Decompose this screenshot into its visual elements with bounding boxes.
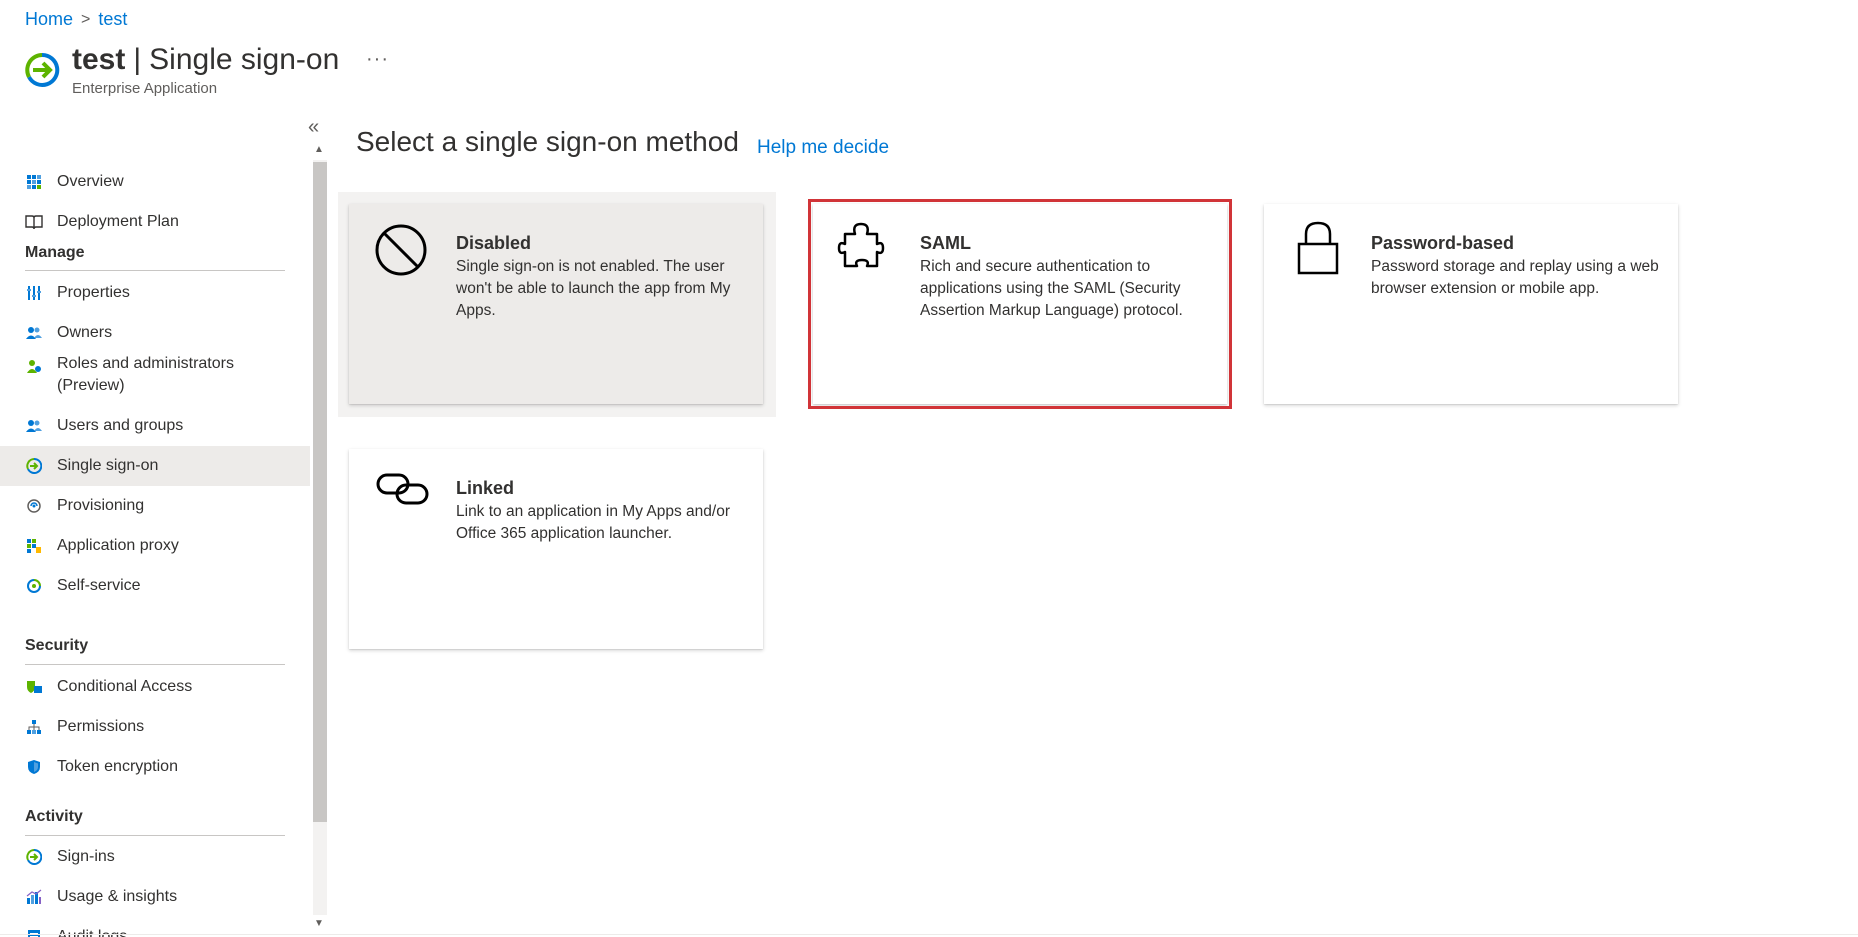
sign-ins-icon (25, 848, 43, 866)
app-proxy-icon (25, 537, 43, 555)
section-divider (25, 270, 285, 271)
sso-method-card-password-based[interactable]: Password-based Password storage and repl… (1264, 204, 1678, 404)
sidebar-item-token-encryption[interactable]: Token encryption (0, 747, 310, 787)
breadcrumb-separator: > (81, 10, 91, 28)
audit-icon (25, 928, 43, 937)
breadcrumb: Home > test (25, 9, 127, 30)
sidebar-item-overview[interactable]: Overview (0, 162, 310, 202)
help-me-decide-link[interactable]: Help me decide (757, 137, 889, 159)
main-heading: Select a single sign-on method (356, 126, 739, 157)
sidebar-item-label: Owners (57, 324, 113, 341)
sidebar-item-roles-and-administrators[interactable]: Roles and administrators (Preview) (0, 347, 310, 403)
sidebar-item-label: Token encryption (57, 758, 178, 775)
section-divider (25, 664, 285, 665)
card-title: Password-based (1371, 233, 1515, 253)
scroll-up-arrow-icon[interactable]: ▲ (314, 144, 324, 155)
card-description: Rich and secure authentication to applic… (920, 258, 1183, 319)
sso-method-card-saml[interactable]: SAML Rich and secure authentication to a… (808, 199, 1232, 409)
sidebar-item-label: Permissions (57, 718, 145, 735)
sidebar-scrollbar[interactable]: ▲ ▼ (310, 140, 330, 937)
provisioning-icon (25, 497, 43, 515)
shield-icon (25, 758, 43, 776)
card-description: Password storage and replay using a web … (1371, 258, 1659, 297)
sidebar-item-label: Conditional Access (57, 678, 193, 695)
sidebar-item-users-and-groups[interactable]: Users and groups (0, 406, 310, 446)
page-header: test | Single sign-on Enterprise Applica… (72, 42, 339, 97)
sso-icon (25, 457, 43, 475)
more-options-button[interactable]: ··· (366, 48, 389, 71)
owners-icon (25, 324, 43, 342)
sidebar-item-sign-ins[interactable]: Sign-ins (0, 837, 310, 877)
page-title: test | Single sign-on (72, 42, 339, 78)
self-service-icon (25, 577, 43, 595)
sidebar-item-single-sign-on[interactable]: Single sign-on (0, 446, 310, 486)
overview-grid-icon (25, 173, 43, 191)
link-icon (375, 469, 429, 521)
sidebar-item-label: Deployment Plan (57, 213, 179, 230)
disabled-circle-icon (375, 224, 427, 276)
sso-method-card-linked[interactable]: Linked Link to an application in My Apps… (349, 449, 763, 649)
card-title: SAML (920, 233, 971, 253)
sso-app-logo-icon (24, 52, 60, 88)
sidebar-item-deployment-plan[interactable]: Deployment Plan (0, 202, 310, 242)
book-icon (25, 213, 43, 231)
sidebar-item-label: Provisioning (57, 497, 145, 514)
card-description: Link to an application in My Apps and/or… (456, 503, 731, 542)
lock-icon (1296, 220, 1348, 275)
permissions-icon (25, 718, 43, 736)
puzzle-icon (837, 220, 889, 272)
users-groups-icon (25, 417, 43, 435)
sidebar-item-application-proxy[interactable]: Application proxy (0, 526, 310, 566)
section-heading-security: Security (25, 637, 89, 654)
sidebar-item-label: Usage & insights (57, 888, 178, 905)
scroll-thumb[interactable] (313, 162, 327, 822)
sidebar-item-label: Users and groups (57, 417, 184, 434)
sidebar-item-provisioning[interactable]: Provisioning (0, 486, 310, 526)
sidebar-item-label: Single sign-on (57, 457, 159, 474)
sidebar: Overview Deployment Plan Manage Properti… (0, 140, 310, 937)
scroll-down-arrow-icon[interactable]: ▼ (314, 918, 324, 929)
page-title-app: test (72, 43, 126, 76)
page-subtitle: Enterprise Application (72, 80, 218, 97)
card-description: Single sign-on is not enabled. The user … (456, 258, 731, 319)
sso-method-card-disabled[interactable]: Disabled Single sign-on is not enabled. … (349, 204, 763, 404)
insights-icon (25, 888, 43, 906)
sidebar-item-permissions[interactable]: Permissions (0, 707, 310, 747)
sidebar-item-label: Audit logs (57, 928, 128, 937)
sidebar-item-label: Overview (57, 173, 124, 190)
card-title: Disabled (456, 233, 532, 253)
bottom-divider (0, 934, 1858, 935)
sidebar-item-label: Properties (57, 284, 130, 301)
breadcrumb-current-link[interactable]: test (98, 9, 127, 30)
page-title-pipe: | (133, 43, 142, 76)
sidebar-item-properties[interactable]: Properties (0, 273, 310, 313)
sidebar-item-label: Application proxy (57, 537, 179, 554)
breadcrumb-home-link[interactable]: Home (25, 9, 73, 30)
collapse-sidebar-button[interactable]: « (308, 116, 319, 139)
section-heading-manage: Manage (25, 244, 85, 261)
section-heading-activity: Activity (25, 808, 83, 825)
sidebar-item-conditional-access[interactable]: Conditional Access (0, 667, 310, 707)
conditional-access-icon (25, 678, 43, 696)
roles-icon (25, 357, 43, 375)
properties-icon (25, 284, 43, 302)
sidebar-item-self-service[interactable]: Self-service (0, 566, 310, 606)
section-divider (25, 835, 285, 836)
sidebar-item-label: Roles and administrators (Preview) (57, 355, 234, 394)
page-title-blade: Single sign-on (149, 43, 340, 76)
card-title: Linked (456, 478, 515, 498)
sidebar-item-label: Sign-ins (57, 848, 115, 865)
sidebar-item-usage-insights[interactable]: Usage & insights (0, 877, 310, 917)
sidebar-item-label: Self-service (57, 577, 141, 594)
